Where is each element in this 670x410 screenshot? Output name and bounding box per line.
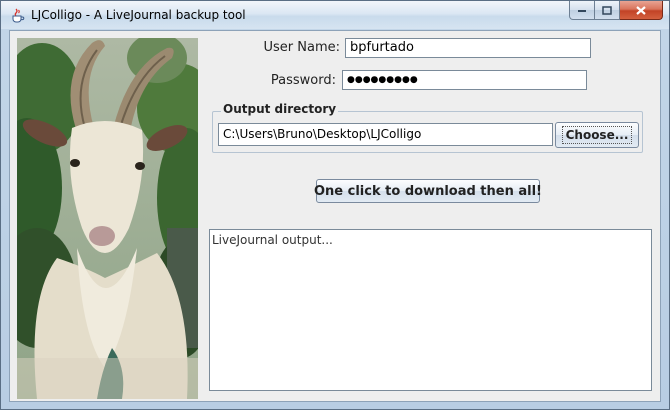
- caption-buttons: [569, 1, 663, 21]
- username-label: User Name:: [263, 40, 341, 55]
- close-button[interactable]: [620, 1, 663, 20]
- password-label: Password:: [270, 73, 336, 88]
- close-icon: [636, 5, 646, 15]
- minimize-icon: [578, 10, 586, 12]
- maximize-icon: [602, 5, 612, 15]
- java-coffee-cup-icon[interactable]: [10, 7, 26, 23]
- choose-button[interactable]: Choose...: [555, 122, 639, 148]
- output-path-field[interactable]: C:\Users\Bruno\Desktop\LJColligo: [218, 123, 553, 146]
- output-directory-title: Output directory: [221, 102, 339, 116]
- download-all-label: One click to download then all!: [314, 183, 542, 199]
- output-text: LiveJournal output...: [212, 233, 333, 247]
- title-bar[interactable]: LJColligo - A LiveJournal backup tool: [1, 1, 669, 29]
- output-textarea[interactable]: LiveJournal output...: [209, 229, 652, 391]
- app-window: LJColligo - A LiveJournal backup tool Us…: [0, 0, 670, 410]
- goat-image: [17, 38, 198, 399]
- minimize-button[interactable]: [569, 1, 595, 20]
- username-field[interactable]: bpfurtado: [345, 38, 591, 58]
- client-area: User Name: bpfurtado Password: ●●●●●●●●●…: [9, 30, 661, 402]
- choose-button-label: Choose...: [561, 126, 633, 144]
- password-field[interactable]: ●●●●●●●●●: [342, 70, 587, 90]
- maximize-button[interactable]: [595, 1, 620, 20]
- window-title: LJColligo - A LiveJournal backup tool: [31, 8, 246, 22]
- download-all-button[interactable]: One click to download then all!: [314, 179, 542, 203]
